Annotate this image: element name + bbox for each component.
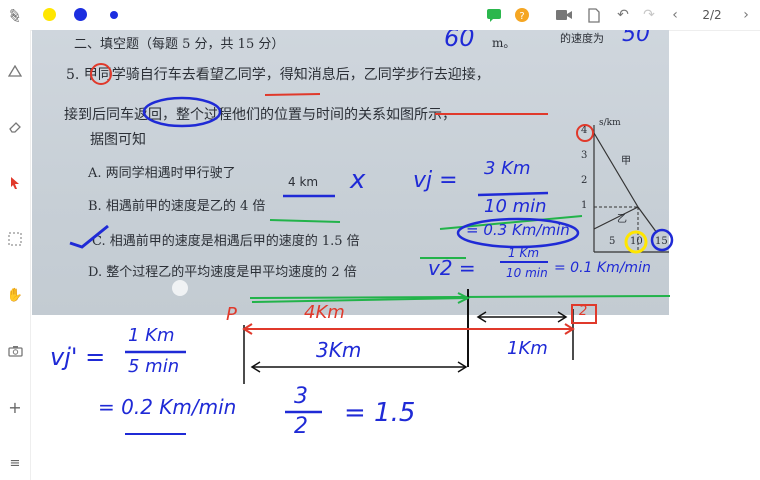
hw-fraction-result: = 1.5 [344,398,416,428]
hw-vj-denominator: 10 min [484,196,547,217]
hw-vp-result: = 0.2 Km/min [98,395,237,419]
hw-v2-label: v2 = [428,256,476,280]
hw-vp-label: vj' = [50,343,106,371]
hw-4km-label: 4Km [304,302,345,323]
hw-point-p: P [226,304,237,325]
hw-v2-numerator: 1 Km [508,246,540,260]
hw-box-2: 2 [579,304,588,319]
hw-vp-denominator: 5 min [128,356,180,377]
hw-v2-result: = 0.1 Km/min [554,260,651,276]
hw-vj-result: = 0.3 Km/min [466,221,570,239]
hw-vj-label: vj = [413,168,458,193]
hw-1km-label: 1Km [507,338,548,359]
cursor-indicator [172,280,188,296]
hw-cross: x [350,165,366,195]
hw-vp-numerator: 1 Km [128,325,175,346]
hw-v2-denominator: 10 min [506,266,548,280]
hw-3km-label: 3Km [316,338,362,362]
hw-fraction-numerator: 3 [294,384,308,409]
hw-vj-numerator: 3 Km [484,158,531,179]
hw-fraction-denominator: 2 [294,414,308,439]
